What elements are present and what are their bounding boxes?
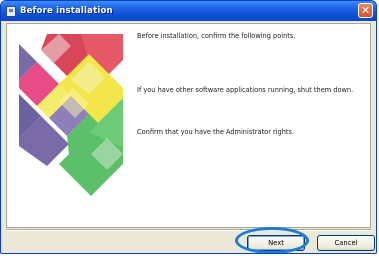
footer-separator	[6, 229, 371, 231]
intro-text: Before installation, confirm the followi…	[137, 32, 296, 40]
instruction-close-apps: If you have other software applications …	[137, 86, 354, 94]
decorative-artwork	[19, 34, 123, 204]
app-icon	[6, 5, 16, 17]
instruction-admin-rights: Confirm that you have the Administrator …	[137, 128, 295, 136]
window-title: Before installation	[20, 6, 113, 16]
close-icon: ✕	[360, 4, 371, 17]
next-button[interactable]: Next	[247, 235, 305, 251]
cancel-button[interactable]: Cancel	[317, 235, 375, 251]
content-panel: Before installation, confirm the followi…	[6, 23, 371, 228]
close-button[interactable]: ✕	[358, 3, 373, 18]
title-bar[interactable]: Before installation ✕	[1, 1, 376, 21]
installer-window: Before installation ✕ Before installatio…	[0, 0, 377, 254]
